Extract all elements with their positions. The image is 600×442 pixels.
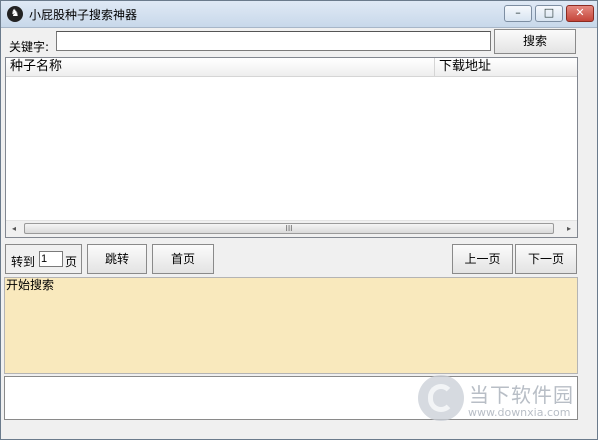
scroll-thumb[interactable]: III (24, 223, 554, 234)
title-bar[interactable]: ♞ 小屁股种子搜索神器 – □ ✕ (1, 1, 597, 28)
keyword-input[interactable] (56, 31, 491, 51)
search-button[interactable]: 搜索 (494, 29, 576, 54)
log-panel[interactable]: 开始搜索 (4, 277, 578, 374)
results-header: 种子名称 下载地址 (6, 58, 577, 77)
close-button[interactable]: ✕ (566, 5, 594, 22)
app-window: ♞ 小屁股种子搜索神器 – □ ✕ 关键字: 搜索 种子名称 下载地址 ◂ II… (0, 0, 598, 440)
column-divider[interactable] (434, 58, 435, 76)
scroll-left-icon[interactable]: ◂ (6, 221, 22, 237)
minimize-button[interactable]: – (504, 5, 532, 22)
goto-page-group: 转到 页 (5, 244, 82, 274)
window-title: 小屁股种子搜索神器 (29, 8, 138, 22)
scroll-right-icon[interactable]: ▸ (561, 221, 577, 237)
first-page-button[interactable]: 首页 (152, 244, 214, 274)
goto-label: 转到 (11, 255, 36, 269)
column-header-torrent-name[interactable]: 种子名称 (10, 59, 62, 75)
app-logo-icon: ♞ (7, 6, 23, 22)
goto-page-input[interactable] (39, 251, 63, 267)
results-list[interactable]: 种子名称 下载地址 ◂ III ▸ (5, 57, 578, 238)
watermark-url: www.downxia.com (468, 406, 571, 419)
watermark-text: 当下软件园 (469, 383, 574, 407)
maximize-button[interactable]: □ (535, 5, 563, 22)
next-page-button[interactable]: 下一页 (515, 244, 577, 274)
previous-page-button[interactable]: 上一页 (452, 244, 513, 274)
goto-unit-label: 页 (65, 255, 78, 269)
horizontal-scrollbar[interactable]: ◂ III ▸ (6, 220, 577, 237)
watermark-logo-icon (418, 375, 464, 421)
column-header-download-url[interactable]: 下载地址 (439, 59, 491, 75)
watermark-ring-icon (428, 384, 454, 412)
log-text: 开始搜索 (6, 278, 55, 292)
jump-button[interactable]: 跳转 (87, 244, 147, 274)
keyword-label: 关键字: (9, 40, 50, 54)
